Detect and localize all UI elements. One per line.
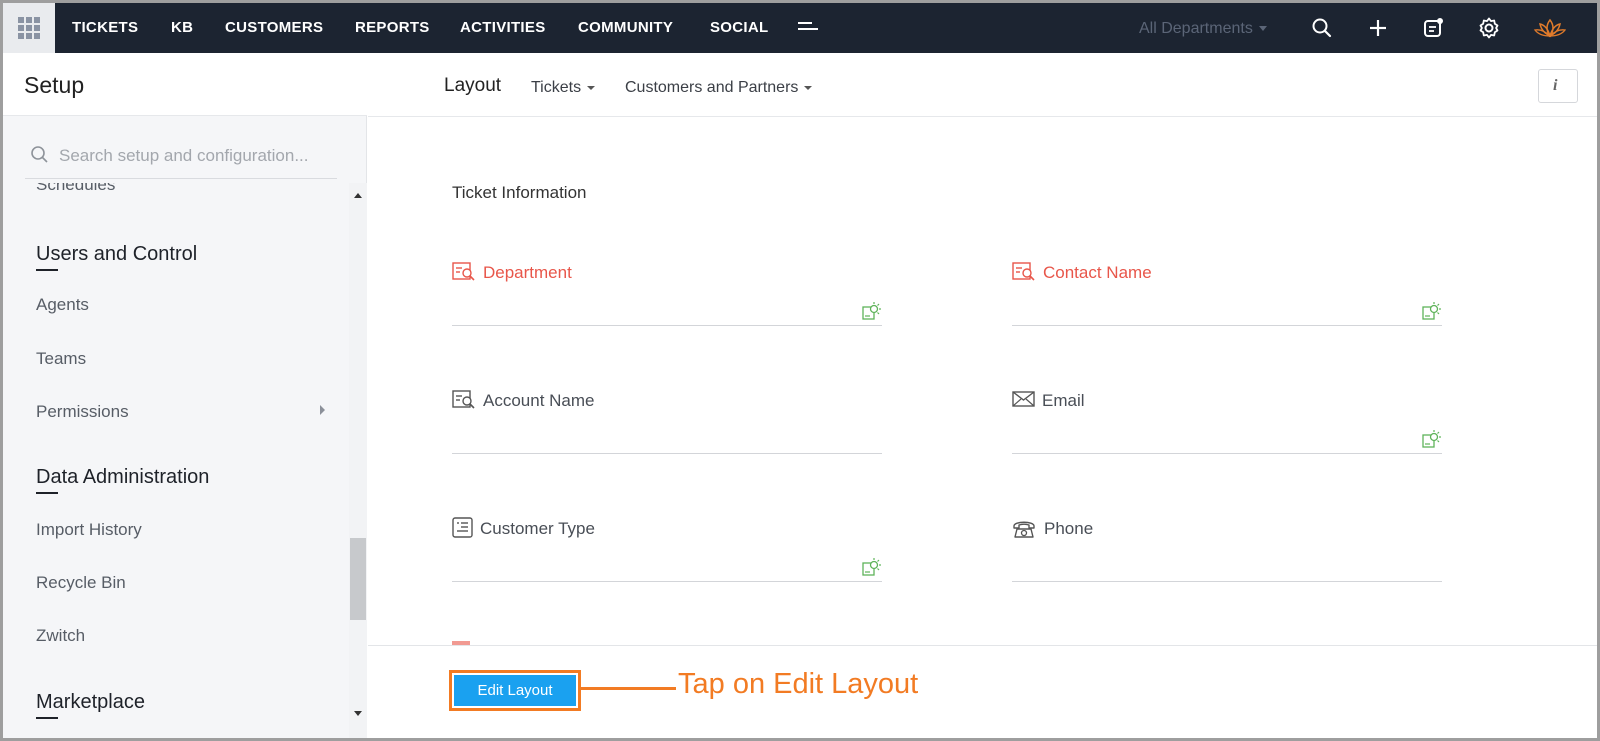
- nav-community[interactable]: COMMUNITY: [578, 19, 673, 36]
- sidebar-section-users-and-control: Users and Control: [36, 243, 198, 271]
- layout-header: Layout Tickets Customers and Partners i: [368, 53, 1597, 117]
- page-title: Layout: [444, 75, 502, 96]
- sidebar-header: Setup: [3, 53, 367, 116]
- lightbulb-hint-icon[interactable]: [1422, 429, 1442, 449]
- field-label: Account Name: [483, 391, 595, 410]
- caret-down-icon: [587, 85, 596, 90]
- edit-layout-button[interactable]: Edit Layout: [454, 675, 576, 706]
- setup-search: [25, 133, 337, 179]
- nav-tickets[interactable]: TICKETS: [72, 19, 138, 36]
- field-customer-type[interactable]: Customer Type: [452, 517, 882, 587]
- department-label: All Departments: [1139, 20, 1253, 37]
- section-title: Users and Control: [36, 243, 198, 265]
- gear-icon[interactable]: [1477, 16, 1501, 40]
- field-label: Phone: [1044, 519, 1094, 538]
- scroll-down-arrow-icon[interactable]: [354, 711, 362, 716]
- apps-grid-icon[interactable]: [3, 3, 55, 53]
- sidebar-item-recycle-bin[interactable]: Recycle Bin: [36, 573, 126, 593]
- setup-search-input[interactable]: [59, 141, 331, 171]
- sidebar-item-teams[interactable]: Teams: [36, 349, 86, 369]
- lightbulb-hint-icon[interactable]: [862, 557, 882, 577]
- tab-tickets[interactable]: Tickets: [531, 79, 596, 97]
- lightbulb-hint-icon[interactable]: [862, 301, 882, 321]
- caret-down-icon: [804, 85, 813, 90]
- sidebar-item-agents[interactable]: Agents: [36, 295, 89, 315]
- nav-customers[interactable]: CUSTOMERS: [225, 19, 323, 36]
- nav-kb[interactable]: KB: [171, 19, 193, 36]
- field-label: Email: [1042, 391, 1085, 410]
- section-title: Data Administration: [36, 466, 210, 488]
- sidebar-item-import-history[interactable]: Import History: [36, 520, 142, 540]
- field-label: Department: [483, 263, 572, 282]
- field-label: Contact Name: [1043, 263, 1152, 282]
- email-icon: [1012, 389, 1036, 411]
- search-icon[interactable]: [1310, 16, 1334, 40]
- sidebar-section-data-administration: Data Administration: [36, 466, 210, 494]
- sidebar-item-schedules[interactable]: Schedules: [36, 183, 115, 195]
- sidebar-menu-list: Schedules Users and Control Agents Teams…: [3, 183, 349, 738]
- section-title-ticket-information: Ticket Information: [452, 183, 587, 202]
- setup-sidebar: Setup Schedules Users and Control Agents…: [3, 53, 367, 738]
- field-label: Customer Type: [480, 519, 595, 538]
- lookup-icon: [452, 389, 476, 411]
- info-button[interactable]: i: [1538, 69, 1578, 103]
- annotation-connector: [581, 687, 676, 690]
- annotation-text: Tap on Edit Layout: [678, 668, 919, 700]
- department-selector[interactable]: All Departments: [1139, 20, 1267, 38]
- nav-activities[interactable]: ACTIVITIES: [460, 19, 546, 36]
- lotus-logo-icon[interactable]: [1533, 16, 1567, 40]
- picklist-icon: [452, 517, 476, 539]
- edit-layout-highlight: Edit Layout: [449, 670, 581, 711]
- more-menu-icon[interactable]: [798, 22, 818, 34]
- section-title: Marketplace: [36, 691, 145, 713]
- lightbulb-hint-icon[interactable]: [1422, 301, 1442, 321]
- phone-icon: [1012, 517, 1036, 539]
- field-phone[interactable]: Phone: [1012, 517, 1442, 587]
- plus-icon[interactable]: [1366, 16, 1390, 40]
- sidebar-item-zwitch[interactable]: Zwitch: [36, 626, 85, 646]
- sidebar-scrollbar[interactable]: [349, 183, 367, 738]
- field-email[interactable]: Email: [1012, 389, 1442, 459]
- tab-label: Customers and Partners: [625, 79, 799, 96]
- nav-social[interactable]: SOCIAL: [710, 19, 768, 36]
- field-department[interactable]: Department: [452, 261, 882, 331]
- top-navigation: TICKETS KB CUSTOMERS REPORTS ACTIVITIES …: [3, 3, 1597, 53]
- sidebar-item-permissions[interactable]: Permissions: [36, 402, 129, 422]
- main-panel: Layout Tickets Customers and Partners i …: [368, 53, 1597, 738]
- field-contact-name[interactable]: Contact Name: [1012, 261, 1442, 331]
- lookup-icon: [452, 261, 476, 283]
- app-window: TICKETS KB CUSTOMERS REPORTS ACTIVITIES …: [0, 0, 1600, 741]
- scroll-up-arrow-icon[interactable]: [354, 193, 362, 198]
- chevron-right-icon[interactable]: [320, 405, 325, 415]
- scroll-thumb[interactable]: [350, 538, 366, 620]
- sidebar-section-marketplace: Marketplace: [36, 691, 145, 719]
- sidebar-title: Setup: [24, 72, 85, 98]
- nav-reports[interactable]: REPORTS: [355, 19, 430, 36]
- lookup-icon: [1012, 261, 1036, 283]
- notes-icon[interactable]: [1421, 16, 1445, 40]
- field-account-name[interactable]: Account Name: [452, 389, 882, 459]
- tab-label: Tickets: [531, 79, 582, 96]
- search-icon: [31, 146, 48, 163]
- tab-customers-and-partners[interactable]: Customers and Partners: [625, 79, 813, 97]
